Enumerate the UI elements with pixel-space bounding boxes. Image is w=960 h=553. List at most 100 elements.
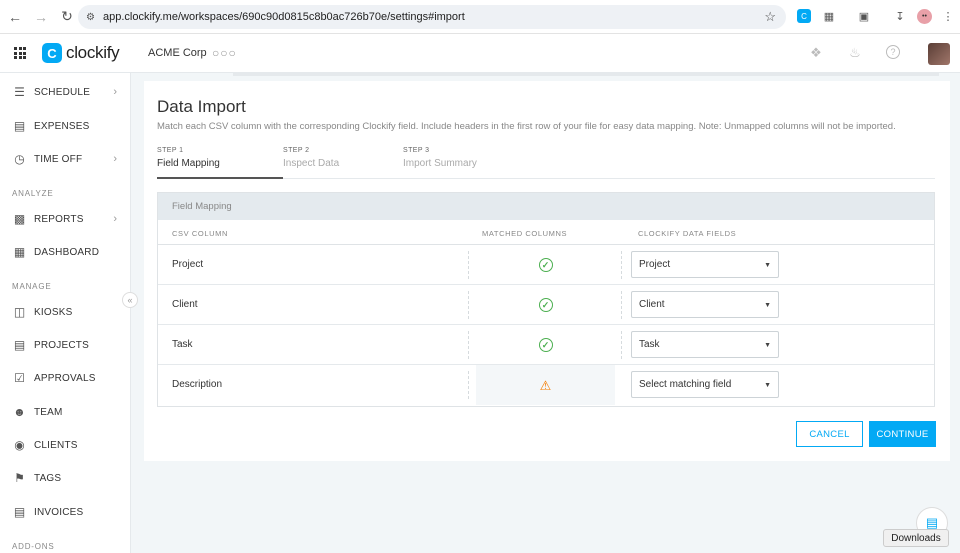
site-settings-icon[interactable]: ⚙ xyxy=(86,12,95,23)
warning-triangle-icon: ⚠ xyxy=(539,377,552,393)
step-label: Field Mapping xyxy=(157,158,220,169)
clockify-extension-icon[interactable]: C xyxy=(797,9,811,23)
table-row: Project ✓ Project ▼ xyxy=(158,245,934,285)
approvals-icon: ☑ xyxy=(14,371,25,385)
sidebar-item-label: SCHEDULE xyxy=(34,86,91,98)
sidebar-item-projects[interactable]: ▤ PROJECTS xyxy=(0,330,131,360)
collapse-sidebar-icon[interactable]: « xyxy=(122,292,138,308)
more-options-icon[interactable]: ○○○ xyxy=(212,46,237,60)
match-status: ⚠ xyxy=(476,365,615,405)
sidebar-item-tags[interactable]: ⚑ TAGS xyxy=(0,463,131,493)
csv-column-name: Project xyxy=(172,259,204,270)
integrations-icon[interactable]: ❖ xyxy=(808,45,824,61)
reports-icon: ▩ xyxy=(13,212,26,226)
match-status: ✓ xyxy=(476,245,615,285)
sidebar-item-label: APPROVALS xyxy=(34,372,96,384)
col-header-csv: CSV COLUMN xyxy=(172,229,229,238)
sidebar-item-reports[interactable]: ▩ REPORTS › xyxy=(0,204,131,234)
cancel-button[interactable]: CANCEL xyxy=(796,421,863,447)
time-off-icon: ◷ xyxy=(14,152,25,166)
clockify-field-select[interactable]: Project ▼ xyxy=(631,251,779,278)
sidebar-item-schedule[interactable]: ☰ SCHEDULE › xyxy=(0,77,131,107)
user-avatar[interactable] xyxy=(928,43,950,65)
url-text: app.clockify.me/workspaces/690c90d0815c8… xyxy=(102,11,465,23)
extensions-icon[interactable]: ▦ xyxy=(822,9,836,23)
sidebar-item-invoices[interactable]: ▤ INVOICES xyxy=(0,497,131,527)
column-divider xyxy=(468,291,469,319)
sidebar-item-label: PROJECTS xyxy=(34,339,89,351)
col-header-clockify: CLOCKIFY DATA FIELDS xyxy=(638,229,737,238)
chevron-down-icon: ▼ xyxy=(764,302,771,309)
select-value: Select matching field xyxy=(639,379,732,390)
settings-tabs-strip xyxy=(144,73,950,81)
sidebar-item-approvals[interactable]: ☑ APPROVALS xyxy=(0,363,131,393)
help-icon[interactable]: ? xyxy=(886,45,900,59)
profile-avatar[interactable]: •• xyxy=(917,9,932,24)
chevron-right-icon: › xyxy=(113,86,117,98)
table-row: Client ✓ Client ▼ xyxy=(158,285,934,325)
step-import-summary[interactable]: STEP 3 Import Summary xyxy=(403,147,477,169)
chevron-right-icon: › xyxy=(113,213,117,225)
bookmark-star-icon[interactable]: ☆ xyxy=(764,9,776,25)
sidebar-item-clients[interactable]: ◉ CLIENTS xyxy=(0,430,131,460)
step-field-mapping[interactable]: STEP 1 Field Mapping xyxy=(157,147,220,169)
clockify-logo[interactable]: C clockify xyxy=(42,43,120,63)
reload-icon[interactable]: ↻ xyxy=(56,6,78,28)
tab-search-icon[interactable]: ▣ xyxy=(857,9,871,23)
table-row: Description ⚠ Select matching field ▼ xyxy=(158,365,934,405)
check-circle-icon: ✓ xyxy=(538,338,553,352)
projects-icon: ▤ xyxy=(13,338,26,352)
field-mapping-table: Field Mapping CSV COLUMN MATCHED COLUMNS… xyxy=(157,192,935,407)
clockify-field-select[interactable]: Client ▼ xyxy=(631,291,779,318)
chevron-right-icon: › xyxy=(113,153,117,165)
expenses-icon: ▤ xyxy=(13,119,26,133)
check-circle-icon: ✓ xyxy=(538,258,553,272)
tags-icon: ⚑ xyxy=(14,471,25,485)
step-label: Inspect Data xyxy=(283,158,340,169)
logo-text: clockify xyxy=(66,43,120,62)
download-icon[interactable]: ↧ xyxy=(893,9,907,23)
section-analyze: ANALYZE xyxy=(12,189,54,198)
sidebar-item-label: TEAM xyxy=(34,406,63,418)
clockify-field-select[interactable]: Select matching field ▼ xyxy=(631,371,779,398)
sidebar-item-label: DASHBOARD xyxy=(34,246,100,258)
apps-grid-icon[interactable] xyxy=(14,47,26,59)
sidebar-item-label: TAGS xyxy=(34,472,62,484)
column-divider xyxy=(621,251,622,279)
notifications-bell-icon[interactable]: ♨ xyxy=(847,45,863,61)
kiosks-icon: ◫ xyxy=(13,305,26,319)
sidebar-item-label: REPORTS xyxy=(34,213,84,225)
forward-icon[interactable]: → xyxy=(30,6,52,28)
sidebar-item-label: INVOICES xyxy=(34,506,84,518)
col-header-matched: MATCHED COLUMNS xyxy=(482,229,568,238)
invoices-icon: ▤ xyxy=(13,505,26,519)
clients-icon: ◉ xyxy=(14,438,25,452)
section-addons: ADD-ONS xyxy=(12,542,55,551)
match-status: ✓ xyxy=(476,285,615,325)
logo-mark-icon: C xyxy=(42,43,62,63)
chevron-down-icon: ▼ xyxy=(764,342,771,349)
sidebar-item-label: CLIENTS xyxy=(34,439,78,451)
column-divider xyxy=(468,371,469,399)
select-value: Task xyxy=(639,339,660,350)
clockify-field-select[interactable]: Task ▼ xyxy=(631,331,779,358)
team-icon: ☻ xyxy=(13,405,26,419)
sidebar-item-kiosks[interactable]: ◫ KIOSKS xyxy=(0,297,131,327)
page-title: Data Import xyxy=(157,97,246,116)
continue-button[interactable]: CONTINUE xyxy=(869,421,936,447)
address-bar[interactable]: ⚙ app.clockify.me/workspaces/690c90d0815… xyxy=(78,5,786,29)
sidebar-item-dashboard[interactable]: ▦ DASHBOARD xyxy=(0,237,131,267)
sidebar-item-time-off[interactable]: ◷ TIME OFF › xyxy=(0,144,131,174)
back-icon[interactable]: ← xyxy=(4,6,26,28)
import-card: Data Import Match each CSV column with t… xyxy=(144,81,950,461)
workspace-name[interactable]: ACME Corp xyxy=(148,47,207,59)
table-row: Task ✓ Task ▼ xyxy=(158,325,934,365)
csv-column-name: Client xyxy=(172,299,198,310)
sidebar-item-expenses[interactable]: ▤ EXPENSES xyxy=(0,111,131,141)
column-divider xyxy=(468,251,469,279)
step-number: STEP 1 xyxy=(157,147,184,154)
sidebar-item-label: KIOSKS xyxy=(34,306,73,318)
browser-menu-icon[interactable]: ⋮ xyxy=(941,9,955,23)
step-inspect-data[interactable]: STEP 2 Inspect Data xyxy=(283,147,339,169)
sidebar-item-team[interactable]: ☻ TEAM xyxy=(0,397,131,427)
